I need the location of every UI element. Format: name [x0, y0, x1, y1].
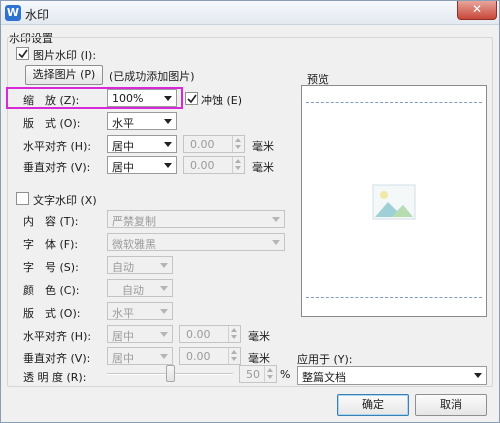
checkmark-icon [18, 49, 28, 59]
scale-label: 缩 放 (Z): [23, 94, 80, 107]
text-halign-offset[interactable]: 0.00 [179, 325, 241, 343]
picture-halign-offset-value: 0.00 [190, 138, 215, 151]
spinner-arrows-icon[interactable] [228, 348, 240, 364]
chevron-down-icon [160, 309, 168, 314]
text-halign-offset-value: 0.00 [186, 328, 211, 341]
title-bar: W 水印 ✕ [1, 1, 499, 25]
picture-valign-unit: 毫米 [252, 161, 274, 174]
picture-valign-label: 垂直对齐 (V): [23, 161, 91, 174]
text-halign-value: 居中 [112, 330, 134, 343]
chevron-down-icon [272, 240, 280, 245]
picture-halign-offset[interactable]: 0.00 [183, 135, 245, 153]
text-valign-label: 垂直对齐 (V): [23, 352, 91, 365]
font-dropdown[interactable]: 微软雅黑 [107, 233, 285, 251]
chevron-down-icon [272, 217, 280, 222]
picture-valign-offset[interactable]: 0.00 [183, 156, 245, 174]
chevron-down-icon [474, 373, 482, 378]
scale-dropdown[interactable]: 100% [107, 89, 177, 107]
picture-watermark-label: 图片水印 (I): [33, 49, 97, 62]
transparency-unit: % [280, 368, 291, 381]
text-valign-offset[interactable]: 0.00 [179, 347, 241, 365]
washout-checkbox[interactable] [185, 92, 198, 105]
text-halign-dropdown[interactable]: 居中 [107, 325, 173, 343]
size-label: 字 号 (S): [23, 261, 79, 274]
content-value: 严禁复制 [112, 215, 156, 228]
text-halign-unit: 毫米 [248, 330, 270, 343]
window-title: 水印 [25, 8, 50, 22]
picture-status-text: (已成功添加图片) [109, 70, 195, 83]
picture-layout-dropdown[interactable]: 水平 [107, 112, 177, 130]
picture-halign-unit: 毫米 [252, 140, 274, 153]
chevron-down-icon [160, 332, 168, 337]
chevron-down-icon [164, 163, 172, 168]
picture-layout-value: 水平 [112, 117, 134, 130]
apply-to-value: 整篇文档 [302, 371, 346, 384]
transparency-slider-thumb[interactable] [166, 365, 175, 382]
text-layout-value: 水平 [112, 307, 134, 320]
transparency-input[interactable]: 50 [239, 365, 277, 383]
size-dropdown[interactable]: 自动 [107, 256, 173, 274]
apply-to-dropdown[interactable]: 整篇文档 [297, 366, 487, 385]
spinner-arrows-icon[interactable] [228, 326, 240, 342]
chevron-down-icon [164, 142, 172, 147]
select-picture-button[interactable]: 选择图片 (P) [25, 65, 103, 85]
picture-valign-offset-value: 0.00 [190, 159, 215, 172]
color-value: 自动 [122, 284, 144, 297]
text-layout-dropdown[interactable]: 水平 [107, 302, 173, 320]
picture-valign-value: 居中 [112, 161, 134, 174]
spinner-arrows-icon[interactable] [232, 157, 244, 173]
washout-label: 冲蚀 (E) [201, 94, 243, 107]
size-value: 自动 [112, 261, 134, 274]
picture-halign-label: 水平对齐 (H): [23, 140, 92, 153]
watermark-dialog: W 水印 ✕ 水印设置 图片水印 (I): 选择图片 (P) (已成功添加图片)… [0, 0, 500, 423]
spinner-arrows-icon[interactable] [264, 366, 276, 382]
font-value: 微软雅黑 [112, 238, 156, 251]
ok-button[interactable]: 确定 [337, 394, 409, 416]
font-label: 字 体 (F): [23, 238, 79, 251]
picture-valign-dropdown[interactable]: 居中 [107, 156, 177, 174]
text-watermark-checkbox[interactable] [16, 192, 29, 205]
text-valign-unit: 毫米 [248, 352, 270, 365]
text-watermark-label: 文字水印 (X) [33, 194, 97, 207]
text-valign-offset-value: 0.00 [186, 350, 211, 363]
color-dropdown[interactable]: 自动 [107, 279, 173, 297]
chevron-down-icon [164, 96, 172, 101]
picture-icon [372, 184, 416, 220]
color-label: 颜 色 (C): [23, 284, 80, 297]
text-valign-value: 居中 [112, 352, 134, 365]
content-dropdown[interactable]: 严禁复制 [107, 210, 285, 228]
close-button[interactable]: ✕ [457, 1, 497, 20]
text-valign-dropdown[interactable]: 居中 [107, 347, 173, 365]
spinner-arrows-icon[interactable] [232, 136, 244, 152]
chevron-down-icon [160, 286, 168, 291]
chevron-down-icon [164, 119, 172, 124]
transparency-value: 50 [246, 368, 260, 381]
text-halign-label: 水平对齐 (H): [23, 330, 92, 343]
cancel-button[interactable]: 取消 [415, 394, 487, 416]
chevron-down-icon [160, 354, 168, 359]
picture-halign-dropdown[interactable]: 居中 [107, 135, 177, 153]
preview-box [301, 85, 487, 317]
apply-to-label: 应用于 (Y): [297, 353, 353, 366]
chevron-down-icon [160, 263, 168, 268]
picture-watermark-checkbox[interactable] [16, 47, 29, 60]
picture-halign-value: 居中 [112, 140, 134, 153]
transparency-label: 透 明 度 (R): [23, 371, 87, 384]
content-label: 内 容 (T): [23, 215, 79, 228]
wps-app-icon: W [5, 5, 21, 21]
picture-layout-label: 版 式 (O): [23, 117, 81, 130]
text-layout-label: 版 式 (O): [23, 307, 81, 320]
scale-value: 100% [112, 92, 144, 105]
checkmark-icon [187, 94, 197, 104]
